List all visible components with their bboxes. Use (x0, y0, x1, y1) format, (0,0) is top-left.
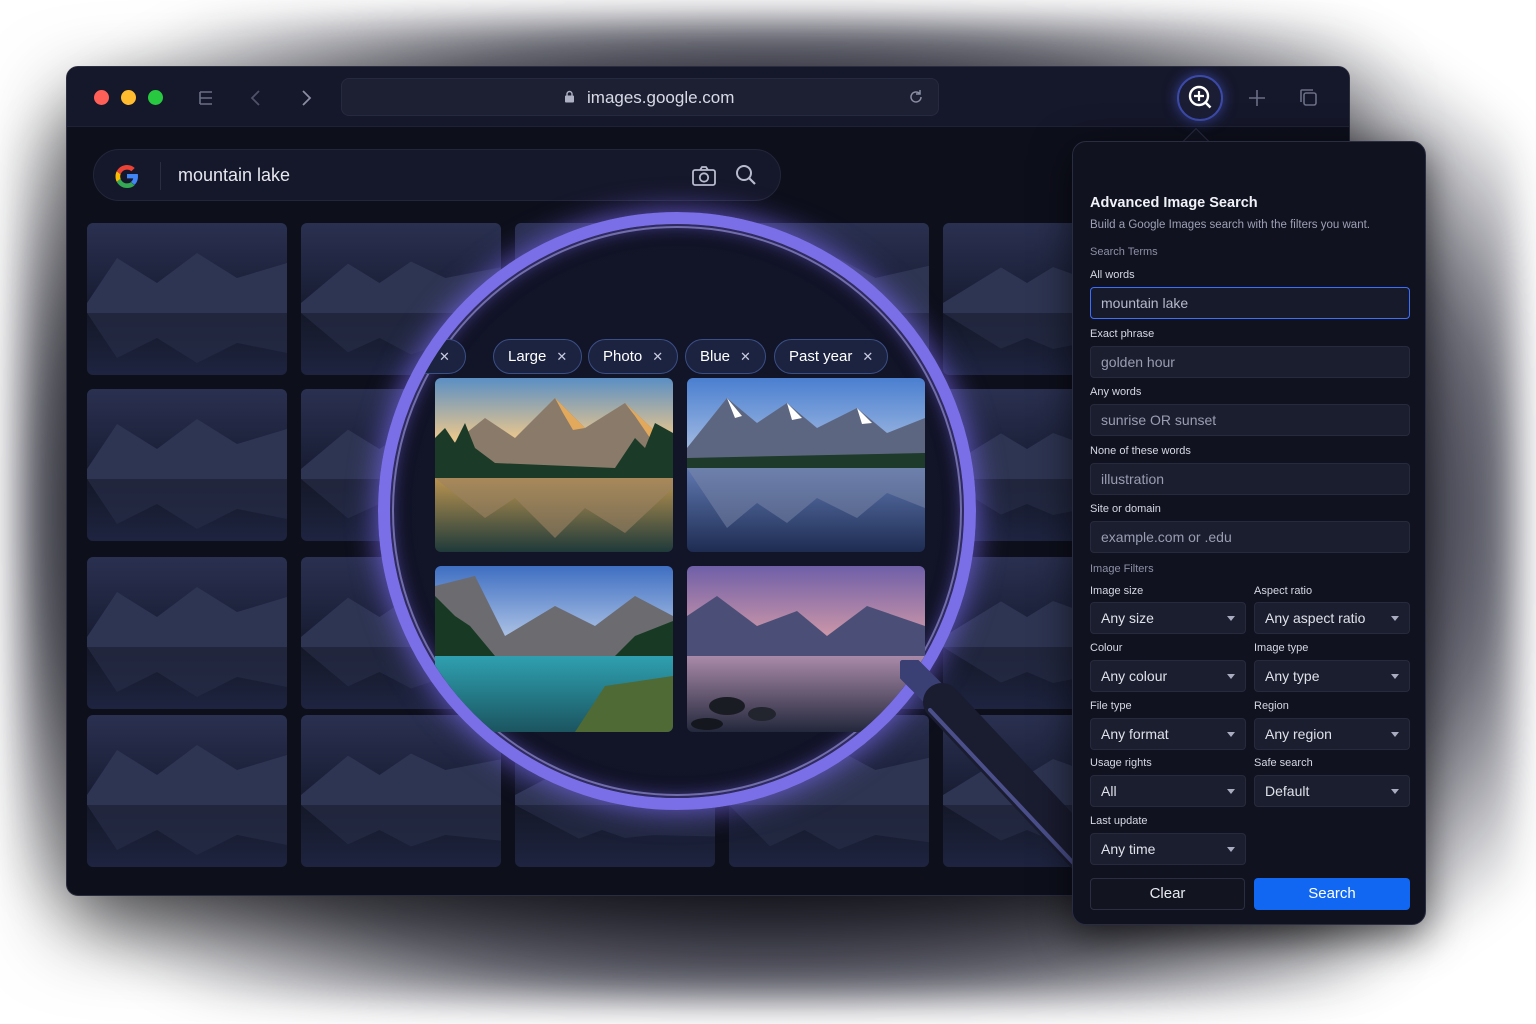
last-update-value: Any time (1101, 841, 1156, 857)
chip-label: Past year (789, 348, 853, 365)
usage-rights-label: Usage rights (1090, 757, 1152, 769)
any-words-label: Any words (1090, 386, 1142, 398)
close-window-button[interactable] (94, 90, 109, 105)
image-result-purple-dusk[interactable] (687, 566, 925, 732)
region-select[interactable]: Any region (1254, 718, 1410, 750)
google-logo-icon (115, 165, 138, 188)
advanced-search-panel: Advanced Image Search Build a Google Ima… (1072, 141, 1426, 925)
chevron-down-icon (1227, 616, 1235, 621)
backdrop: images.google.com mountain lake ✕ Large … (0, 0, 1536, 1024)
search-button[interactable]: Search (1254, 878, 1410, 910)
background-image-result[interactable] (87, 389, 287, 541)
url-text: images.google.com (587, 88, 735, 107)
filter-chip-large[interactable]: Large ✕ (493, 339, 583, 374)
chevron-right-icon[interactable] (293, 85, 319, 111)
file-type-label: File type (1090, 700, 1132, 712)
background-image-result[interactable] (87, 715, 287, 867)
colour-select[interactable]: Any colour (1090, 660, 1246, 692)
maximize-window-button[interactable] (148, 90, 163, 105)
exact-phrase-label: Exact phrase (1090, 328, 1155, 340)
image-result-turquoise-lake[interactable] (435, 566, 673, 732)
menu-icon[interactable] (193, 85, 219, 111)
tabs-icon[interactable] (1296, 85, 1322, 111)
advanced-search-extension-button[interactable] (1177, 75, 1223, 121)
close-icon[interactable]: ✕ (652, 340, 663, 373)
minimize-window-button[interactable] (121, 90, 136, 105)
none-words-field[interactable]: illustration (1090, 463, 1410, 495)
zoom-in-icon (1188, 85, 1212, 109)
file-type-select[interactable]: Any format (1090, 718, 1246, 750)
background-image-result[interactable] (87, 557, 287, 709)
chevron-down-icon (1391, 674, 1399, 679)
close-icon[interactable]: ✕ (740, 340, 751, 373)
chevron-down-icon (1227, 789, 1235, 794)
image-size-select[interactable]: Any size (1090, 602, 1246, 634)
usage-rights-value: All (1101, 783, 1117, 799)
aspect-ratio-label: Aspect ratio (1254, 585, 1313, 597)
chip-label: Blue (700, 348, 731, 365)
exact-phrase-field[interactable]: golden hour (1090, 346, 1410, 378)
chevron-down-icon (1391, 789, 1399, 794)
colour-label: Colour (1090, 642, 1123, 654)
aspect-ratio-select[interactable]: Any aspect ratio (1254, 602, 1410, 634)
usage-rights-select[interactable]: All (1090, 775, 1246, 807)
chevron-left-icon[interactable] (243, 85, 269, 111)
image-size-value: Any size (1101, 610, 1154, 626)
google-search-bar[interactable]: mountain lake (93, 149, 781, 201)
lock-icon (565, 90, 574, 103)
site-domain-field[interactable]: example.com or .edu (1090, 521, 1410, 553)
site-domain-label: Site or domain (1090, 503, 1161, 515)
panel-title: Advanced Image Search (1090, 195, 1258, 211)
lens-content: ✕ Large ✕ Photo ✕ Blue ✕ Past year ✕ (390, 224, 964, 798)
magnifier-lens: ✕ Large ✕ Photo ✕ Blue ✕ Past year ✕ (378, 212, 976, 810)
panel-subtitle: Build a Google Images search with the fi… (1090, 219, 1370, 231)
chip-label: Photo (603, 348, 643, 365)
region-value: Any region (1265, 726, 1332, 742)
chevron-down-icon (1227, 732, 1235, 737)
chevron-down-icon (1227, 847, 1235, 852)
file-type-value: Any format (1101, 726, 1169, 742)
image-type-value: Any type (1265, 668, 1320, 684)
title-bar: images.google.com (67, 67, 1349, 127)
any-words-field[interactable]: sunrise OR sunset (1090, 404, 1410, 436)
search-query[interactable]: mountain lake (178, 165, 290, 186)
section-image-filters: Image Filters (1090, 563, 1154, 575)
search-icon[interactable] (734, 163, 758, 187)
address-bar[interactable]: images.google.com (341, 78, 939, 116)
region-label: Region (1254, 700, 1289, 712)
chevron-down-icon (1391, 732, 1399, 737)
image-type-select[interactable]: Any type (1254, 660, 1410, 692)
search-divider (160, 162, 161, 190)
section-search-terms: Search Terms (1090, 246, 1158, 258)
none-words-label: None of these words (1090, 445, 1191, 457)
aspect-ratio-value: Any aspect ratio (1265, 610, 1366, 626)
image-type-label: Image type (1254, 642, 1309, 654)
colour-value: Any colour (1101, 668, 1168, 684)
filter-chip-partial[interactable]: ✕ (390, 339, 466, 374)
filter-chip-past-year[interactable]: Past year ✕ (774, 339, 889, 374)
image-result-snowy-range[interactable] (687, 378, 925, 552)
background-image-result[interactable] (87, 223, 287, 375)
chip-label: Large (508, 348, 547, 365)
last-update-select[interactable]: Any time (1090, 833, 1246, 865)
chevron-down-icon (1227, 674, 1235, 679)
safe-search-value: Default (1265, 783, 1310, 799)
filter-chip-photo[interactable]: Photo ✕ (588, 339, 679, 374)
safe-search-select[interactable]: Default (1254, 775, 1410, 807)
plus-icon[interactable] (1244, 85, 1270, 111)
all-words-label: All words (1090, 269, 1135, 281)
safe-search-label: Safe search (1254, 757, 1313, 769)
reload-icon[interactable] (906, 87, 926, 107)
image-size-label: Image size (1090, 585, 1144, 597)
image-result-golden-peaks[interactable] (435, 378, 673, 552)
chevron-down-icon (1391, 616, 1399, 621)
filter-chip-blue[interactable]: Blue ✕ (685, 339, 766, 374)
clear-button[interactable]: Clear (1090, 878, 1245, 910)
last-update-label: Last update (1090, 815, 1148, 827)
camera-icon[interactable] (691, 164, 717, 188)
close-icon[interactable]: ✕ (556, 340, 567, 373)
all-words-field[interactable]: mountain lake (1090, 287, 1410, 319)
close-icon[interactable]: ✕ (862, 340, 873, 373)
